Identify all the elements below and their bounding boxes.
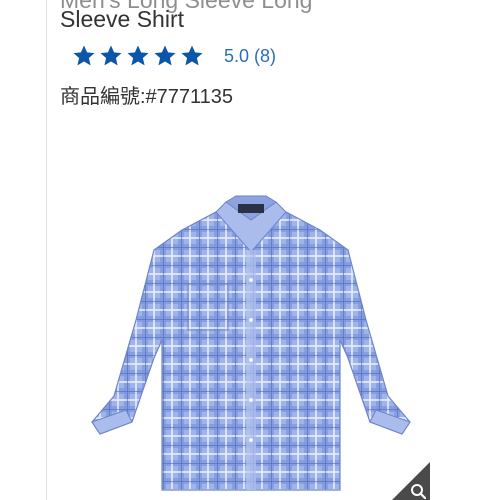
rating-summary[interactable]: 5.0 (8) bbox=[224, 46, 276, 67]
rating-row[interactable]: 5.0 (8) bbox=[72, 44, 276, 68]
star-icon bbox=[154, 45, 176, 66]
rating-stars bbox=[72, 44, 204, 68]
product-title: Sleeve Shirt bbox=[60, 6, 185, 32]
product-image[interactable] bbox=[70, 190, 432, 500]
star-icon bbox=[73, 45, 95, 66]
star-icon bbox=[100, 45, 122, 66]
zoom-button[interactable] bbox=[392, 462, 430, 500]
star-icon bbox=[127, 45, 149, 66]
rating-count: (8) bbox=[254, 45, 277, 66]
panel-divider bbox=[46, 0, 47, 500]
item-number: 商品編號:#7771135 bbox=[60, 86, 234, 108]
rating-value: 5.0 bbox=[224, 45, 250, 66]
star-icon bbox=[181, 45, 203, 66]
